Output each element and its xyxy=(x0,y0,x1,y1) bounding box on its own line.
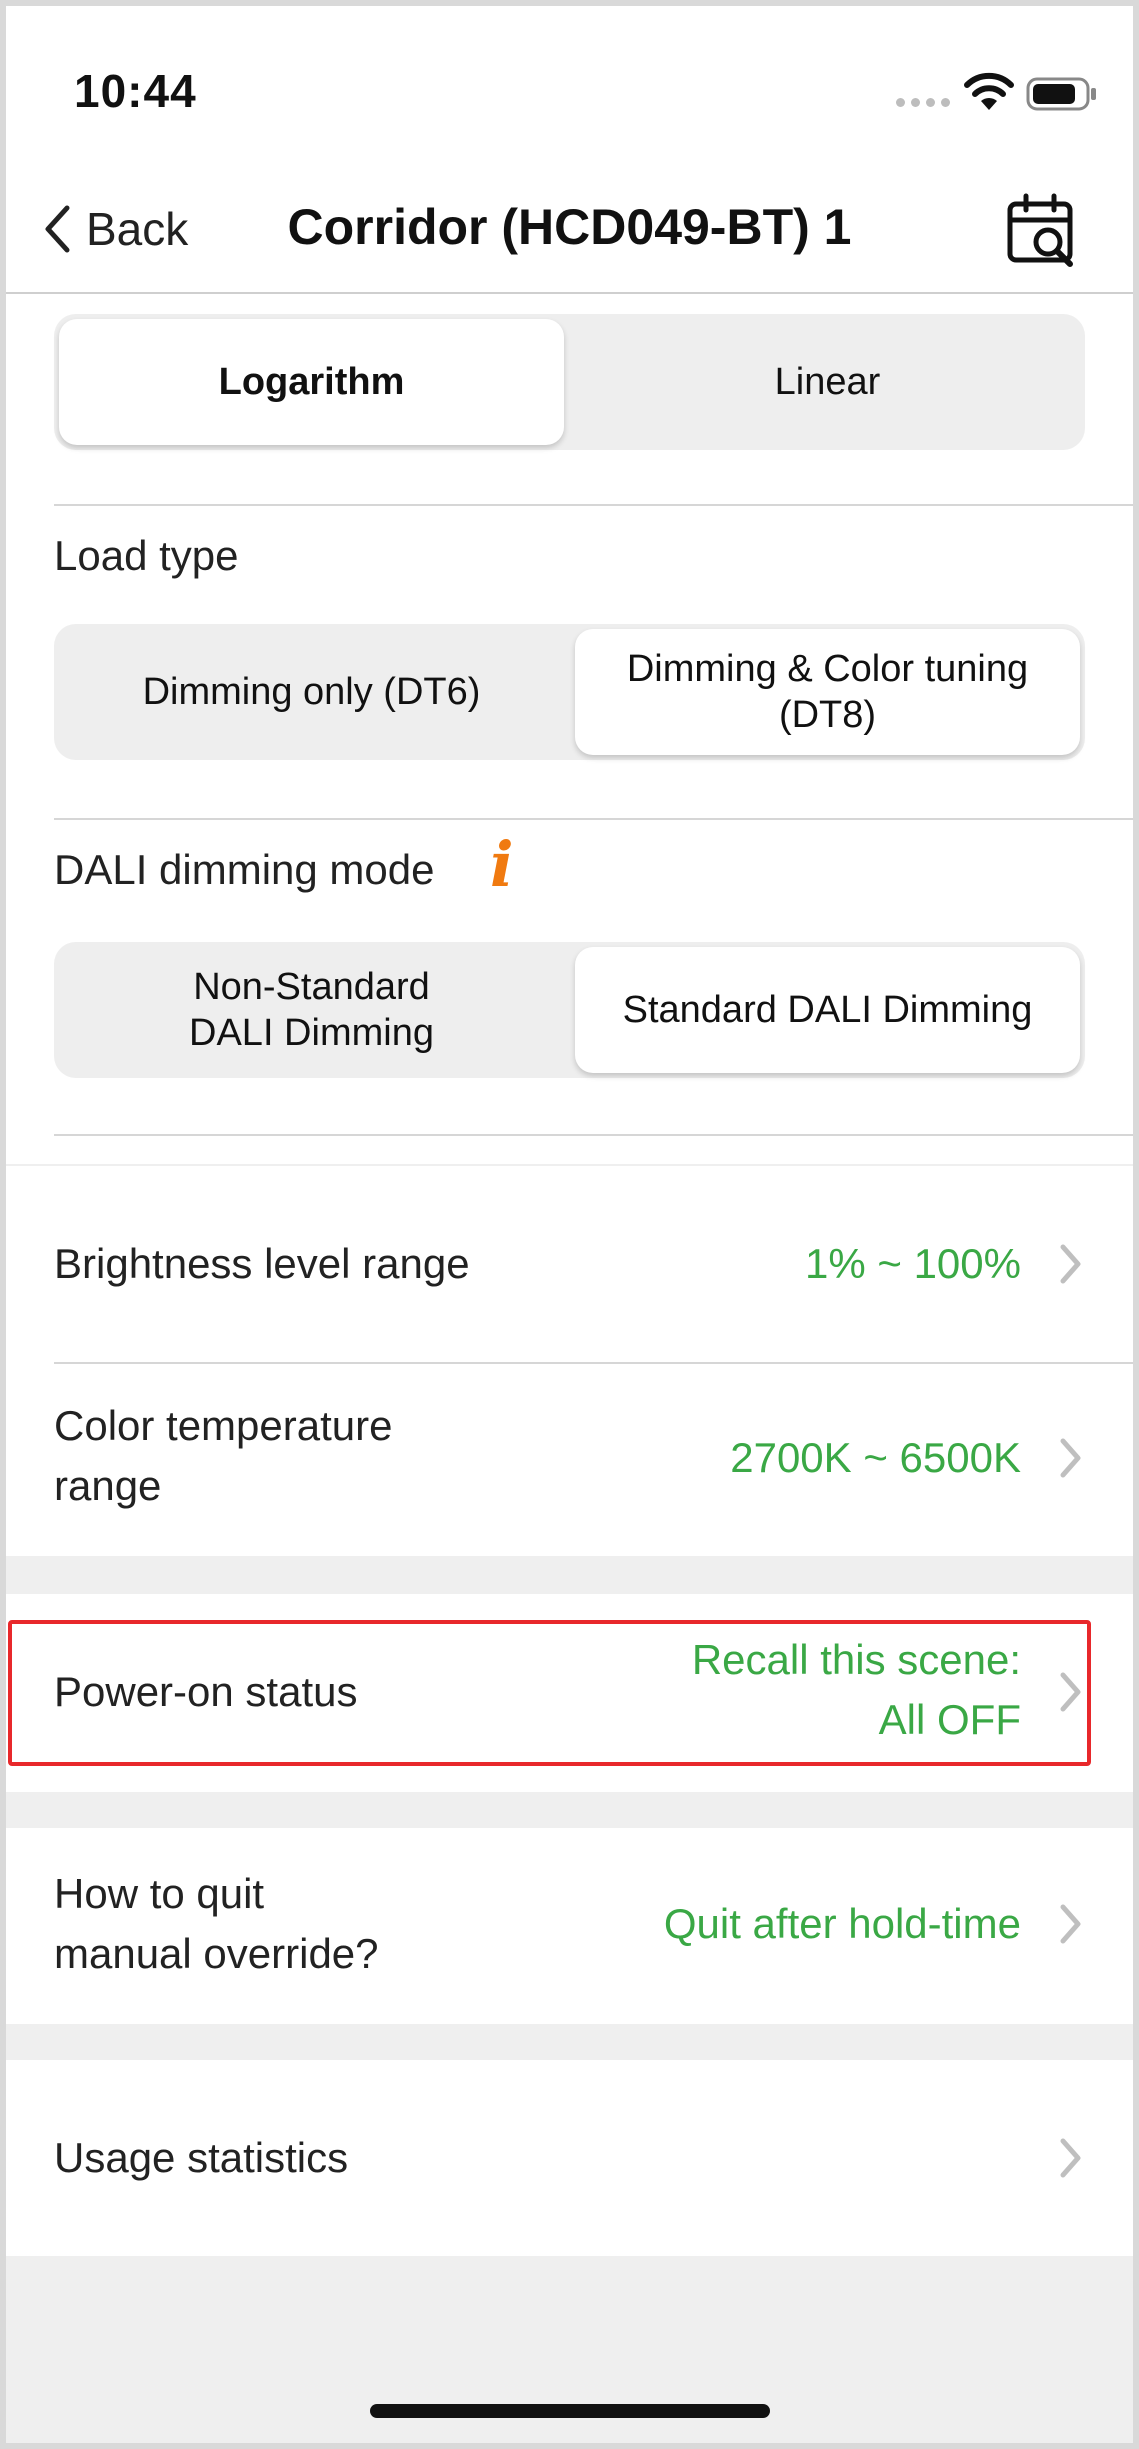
dimming-settings-card: Logarithm Linear Load type Dimming only … xyxy=(6,294,1133,1164)
divider xyxy=(54,1134,1133,1136)
navigation-bar: Back Corridor (HCD049-BT) 1 xyxy=(6,176,1133,294)
chevron-right-icon xyxy=(1060,1438,1081,1478)
divider xyxy=(54,818,1133,820)
chevron-right-icon xyxy=(1060,1904,1081,1944)
home-indicator[interactable] xyxy=(370,2404,770,2418)
cellular-signal-icon xyxy=(896,98,950,107)
brightness-range-row[interactable]: Brightness level range 1% ~ 100% xyxy=(6,1166,1133,1362)
segment-dimming-only[interactable]: Dimming only (DT6) xyxy=(59,629,564,755)
highlight-box xyxy=(8,1620,1091,1766)
ranges-card: Brightness level range 1% ~ 100% Color t… xyxy=(6,1166,1133,1556)
color-temperature-range-label: Color temperature range xyxy=(54,1402,393,1509)
phone-screen: 10:44 Back Corridor (HCD049-BT) 1 Logari… xyxy=(6,6,1133,2443)
brightness-range-value: 1% ~ 100% xyxy=(805,1240,1021,1287)
battery-icon xyxy=(1026,77,1096,111)
dali-dimming-mode-label: DALI dimming mode xyxy=(54,846,435,893)
load-type-label: Load type xyxy=(54,532,239,579)
info-icon[interactable]: i xyxy=(490,828,514,901)
dali-mode-segmented-control: Non-Standard DALI Dimming Standard DALI … xyxy=(54,942,1085,1078)
load-type-segmented-control: Dimming only (DT6) Dimming & Color tunin… xyxy=(54,624,1085,760)
segment-non-standard-dali[interactable]: Non-Standard DALI Dimming xyxy=(59,947,564,1073)
usage-statistics-label: Usage statistics xyxy=(54,2134,349,2181)
usage-statistics-row[interactable]: Usage statistics xyxy=(6,2060,1133,2256)
segment-linear[interactable]: Linear xyxy=(575,319,1080,445)
segment-standard-dali[interactable]: Standard DALI Dimming xyxy=(575,947,1080,1073)
color-temperature-range-value: 2700K ~ 6500K xyxy=(730,1434,1021,1481)
chevron-right-icon xyxy=(1060,1244,1081,1284)
segment-dimming-color-tuning[interactable]: Dimming & Color tuning (DT8) xyxy=(575,629,1080,755)
status-bar: 10:44 xyxy=(6,6,1133,176)
chevron-right-icon xyxy=(1060,2138,1081,2178)
color-temperature-range-row[interactable]: Color temperature range 2700K ~ 6500K xyxy=(6,1364,1133,1556)
divider xyxy=(54,504,1133,506)
page-title: Corridor (HCD049-BT) 1 xyxy=(287,199,852,255)
dimming-curve-segmented-control: Logarithm Linear xyxy=(54,314,1085,450)
quit-manual-override-value: Quit after hold-time xyxy=(663,1900,1021,1947)
status-time: 10:44 xyxy=(74,65,197,117)
calendar-search-icon[interactable] xyxy=(1004,192,1080,272)
segment-logarithm[interactable]: Logarithm xyxy=(59,319,564,445)
quit-manual-override-row[interactable]: How to quit manual override? Quit after … xyxy=(6,1828,1133,2024)
brightness-range-label: Brightness level range xyxy=(54,1240,470,1287)
quit-manual-override-label: How to quit manual override? xyxy=(54,1870,379,1977)
wifi-icon xyxy=(964,72,1014,110)
